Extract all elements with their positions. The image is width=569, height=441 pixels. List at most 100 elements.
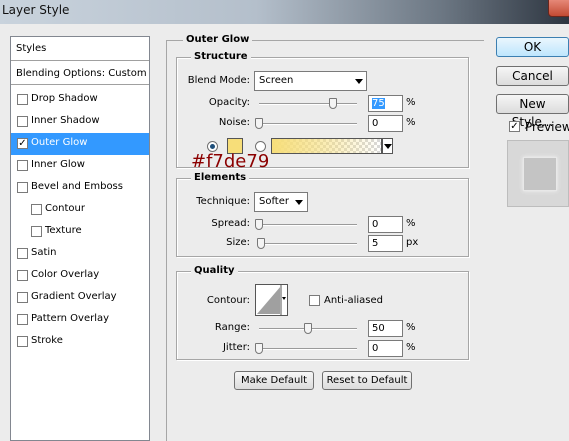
spread-slider-track[interactable] [259, 224, 357, 226]
elements-group: Elements Technique: Softer Spread: 0 % S… [176, 172, 469, 257]
opacity-value: 75 [372, 98, 385, 109]
chevron-down-icon [295, 200, 303, 205]
elements-title: Elements [191, 172, 250, 183]
glow-gradient-picker[interactable] [271, 138, 382, 154]
style-item-bevel-and-emboss[interactable]: Bevel and Emboss [11, 177, 149, 199]
size-slider-track[interactable] [259, 243, 357, 245]
style-item-color-overlay[interactable]: Color Overlay [11, 265, 149, 287]
preview-thumbnail [507, 140, 569, 207]
noise-field[interactable]: 0 [368, 115, 403, 132]
style-item-pattern-overlay[interactable]: Pattern Overlay [11, 309, 149, 331]
size-label: Size: [226, 237, 250, 248]
quality-title: Quality [191, 265, 238, 276]
style-item-checkbox[interactable] [17, 116, 28, 127]
close-button[interactable] [548, 0, 569, 17]
jitter-slider-thumb[interactable] [255, 343, 263, 354]
structure-group: Structure Blend Mode: Screen Opacity: 75… [176, 51, 469, 172]
style-item-checkbox[interactable] [17, 336, 28, 347]
style-item-outer-glow[interactable]: ✓ Outer Glow [11, 133, 149, 155]
size-field[interactable]: 5 [368, 235, 403, 252]
preview-swatch [523, 157, 557, 191]
size-unit: px [406, 237, 419, 248]
technique-value: Softer [259, 196, 289, 207]
opacity-label: Opacity: [208, 97, 250, 108]
blend-mode-label: Blend Mode: [187, 75, 250, 86]
gradient-dropdown-button[interactable] [382, 138, 393, 154]
spread-field[interactable]: 0 [368, 216, 403, 233]
jitter-label: Jitter: [222, 342, 250, 353]
anti-aliased-checkbox[interactable] [309, 295, 320, 306]
style-item-satin[interactable]: Satin [11, 243, 149, 265]
opacity-slider-thumb[interactable] [328, 98, 337, 109]
style-item-checkbox[interactable]: ✓ [17, 138, 28, 149]
range-label: Range: [214, 322, 250, 333]
noise-slider-thumb[interactable] [255, 118, 263, 129]
range-slider-thumb[interactable] [304, 323, 312, 334]
quality-group: Quality Contour: Anti-aliased Range: 50 … [176, 265, 469, 360]
opacity-field[interactable]: 75 [368, 95, 403, 112]
blend-mode-value: Screen [259, 75, 294, 86]
style-item-gradient-overlay[interactable]: Gradient Overlay [11, 287, 149, 309]
style-item-stroke[interactable]: Stroke [11, 331, 149, 353]
style-item-label: Gradient Overlay [31, 291, 117, 302]
style-item-label: Stroke [31, 335, 63, 346]
cancel-button[interactable]: Cancel [496, 66, 569, 86]
style-item-checkbox[interactable] [17, 182, 28, 193]
style-item-label: Color Overlay [31, 269, 100, 280]
range-field[interactable]: 50 [368, 320, 403, 337]
outer-glow-title: Outer Glow [183, 34, 253, 45]
noise-label: Noise: [218, 117, 250, 128]
spread-label: Spread: [211, 218, 250, 229]
technique-select[interactable]: Softer [254, 192, 308, 212]
style-item-label: Inner Glow [31, 159, 85, 170]
preview-checkbox[interactable]: ✓ [509, 121, 520, 132]
jitter-slider-track[interactable] [259, 348, 357, 350]
style-item-checkbox[interactable] [17, 248, 28, 259]
size-slider-thumb[interactable] [256, 238, 265, 249]
styles-list-panel: Styles Blending Options: Custom Drop Sha… [10, 36, 150, 441]
chevron-down-icon [355, 79, 363, 84]
style-item-inner-glow[interactable]: Inner Glow [11, 155, 149, 177]
style-item-checkbox[interactable] [17, 160, 28, 171]
style-item-label: Pattern Overlay [31, 313, 110, 324]
style-item-label: Bevel and Emboss [31, 181, 123, 192]
structure-title: Structure [191, 51, 251, 62]
style-item-checkbox[interactable] [31, 204, 42, 215]
style-item-checkbox[interactable] [17, 94, 28, 105]
styles-header[interactable]: Styles [11, 37, 149, 61]
chevron-down-icon [384, 144, 392, 149]
style-item-inner-shadow[interactable]: Inner Shadow [11, 111, 149, 133]
jitter-field[interactable]: 0 [368, 340, 403, 357]
style-item-contour[interactable]: Contour [11, 199, 149, 221]
new-style-button[interactable]: New Style... [496, 94, 569, 129]
window-title: Layer Style [2, 3, 70, 17]
style-item-checkbox[interactable] [17, 292, 28, 303]
style-item-texture[interactable]: Texture [11, 221, 149, 243]
contour-curve-icon [257, 285, 287, 315]
ok-button[interactable]: OK [496, 37, 569, 57]
style-item-drop-shadow[interactable]: Drop Shadow [11, 89, 149, 111]
opacity-unit: % [406, 97, 416, 108]
opacity-slider-track[interactable] [259, 103, 357, 105]
blending-options-item[interactable]: Blending Options: Custom [11, 63, 149, 85]
spread-unit: % [406, 218, 416, 229]
style-item-label: Drop Shadow [31, 93, 98, 104]
title-bar: Layer Style [0, 0, 569, 24]
noise-unit: % [406, 117, 416, 128]
technique-label: Technique: [196, 196, 250, 207]
contour-picker[interactable] [255, 284, 288, 316]
style-item-label: Contour [45, 203, 85, 214]
style-item-checkbox[interactable] [17, 314, 28, 325]
make-default-button[interactable]: Make Default [234, 371, 314, 390]
style-item-checkbox[interactable] [17, 270, 28, 281]
spread-slider-thumb[interactable] [255, 219, 263, 230]
anti-aliased-label: Anti-aliased [324, 295, 384, 306]
reset-to-default-button[interactable]: Reset to Default [322, 371, 412, 390]
style-item-checkbox[interactable] [31, 226, 42, 237]
blend-mode-select[interactable]: Screen [254, 71, 367, 91]
style-item-label: Inner Shadow [31, 115, 100, 126]
style-item-label: Outer Glow [31, 137, 88, 148]
style-item-label: Texture [45, 225, 82, 236]
preview-label: Preview [525, 120, 569, 134]
noise-slider-track[interactable] [259, 123, 357, 125]
